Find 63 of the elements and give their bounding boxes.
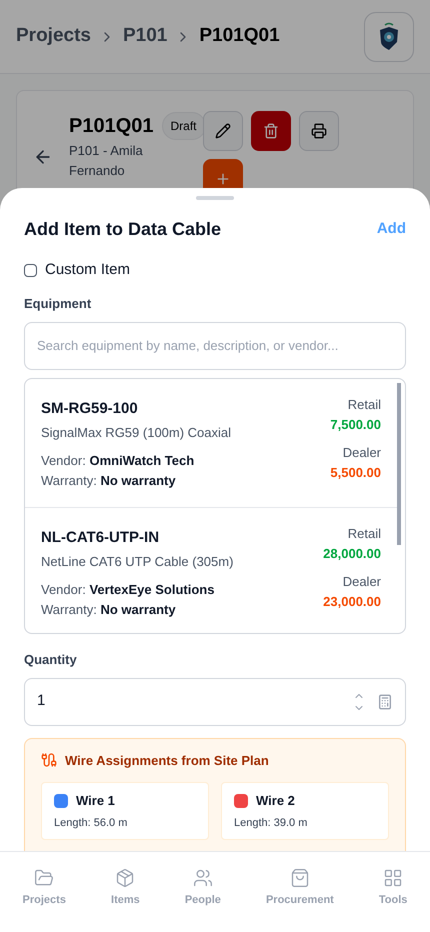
breadcrumb-link[interactable]: Projects: [16, 22, 91, 51]
drag-handle[interactable]: [196, 196, 234, 200]
wire-card[interactable]: Wire 2 Length: 39.0 m: [221, 782, 389, 840]
trash-icon: [263, 123, 279, 139]
wire-length: Length: 56.0 m: [54, 816, 128, 830]
people-icon: [192, 868, 213, 888]
retail-price: 28,000.00: [323, 544, 381, 562]
equipment-row[interactable]: NL-CAT6-UTP-IN NetLine CAT6 UTP Cable (305m) Vendor: VertexEye Solutions Warranty: No warranty Retail 28,000.00 Dealer 23,000.00: [25, 506, 397, 632]
checkbox-label: Custom Item: [45, 260, 130, 280]
bag-icon: [290, 868, 310, 888]
equipment-description: NetLine CAT6 UTP Cable (305m): [41, 552, 234, 571]
folder-icon: [34, 868, 54, 888]
breadcrumb-link[interactable]: P101Q01: [199, 22, 280, 51]
wire-name: Wire 2: [256, 792, 295, 810]
grid-icon: [383, 868, 404, 888]
equipment-code: NL-CAT6-UTP-IN: [41, 528, 160, 548]
warranty-text: Warranty: No warranty: [41, 472, 177, 490]
equipment-row[interactable]: SM-RG59-100 SignalMax RG59 (100m) Coaxial Vendor: OmniWatch Tech Warranty: No warranty Retail 7,500.00 Dealer 5,500.00: [25, 378, 397, 506]
breadcrumb-link[interactable]: P101: [122, 22, 168, 51]
nav-tab[interactable]: Tools: [378, 868, 408, 908]
calculator-icon[interactable]: [377, 694, 393, 710]
panel-title: Wire Assignments from Site Plan: [65, 752, 269, 770]
quantity-value: 1: [37, 691, 46, 712]
wire-card[interactable]: Wire 1 Length: 56.0 m: [41, 782, 209, 840]
scrollbar[interactable]: [397, 382, 401, 544]
shield-logo-icon: [377, 22, 401, 52]
wire-name: Wire 1: [76, 792, 115, 810]
field-label: Equipment: [24, 294, 92, 313]
nav-tab[interactable]: Procurement: [266, 868, 334, 908]
dealer-price: 23,000.00: [323, 592, 381, 610]
price-label: Dealer: [342, 444, 381, 462]
nav-tab[interactable]: People: [184, 868, 221, 908]
retail-price: 7,500.00: [330, 416, 381, 434]
field-label: Quantity: [24, 650, 78, 669]
pencil-icon: [215, 123, 231, 139]
edit-button[interactable]: [203, 111, 243, 151]
quote-title: P101Q01: [69, 114, 154, 139]
equipment-description: SignalMax RG59 (100m) Coaxial: [41, 424, 232, 442]
quantity-field[interactable]: 1: [24, 678, 406, 726]
printer-icon: [311, 123, 327, 139]
logo-button[interactable]: [364, 12, 414, 62]
dealer-price: 5,500.00: [330, 464, 381, 482]
price-label: Retail: [348, 396, 381, 414]
client-name: P101 - Amila Fernando: [69, 142, 144, 180]
sheet-title: Add Item to Data Cable: [24, 218, 222, 241]
warranty-text: Warranty: No warranty: [41, 600, 177, 619]
price-label: Dealer: [342, 572, 381, 590]
vendor-text: Vendor: VertexEye Solutions: [41, 580, 216, 599]
add-link[interactable]: Add: [376, 218, 406, 241]
delete-button[interactable]: [251, 111, 291, 151]
equipment-code: SM-RG59-100: [41, 398, 139, 418]
cable-icon: [41, 752, 57, 768]
nav-tab[interactable]: Items: [111, 868, 140, 908]
nav-tab[interactable]: Projects: [22, 868, 66, 908]
print-button[interactable]: [299, 111, 339, 151]
price-label: Retail: [348, 524, 381, 542]
box-icon: [115, 868, 136, 888]
status-badge: Draft: [162, 112, 206, 140]
plus-icon: [215, 171, 231, 187]
vendor-text: Vendor: OmniWatch Tech: [41, 452, 196, 470]
wire-length: Length: 39.0 m: [234, 816, 308, 830]
checkbox[interactable]: [24, 264, 37, 277]
search-field[interactable]: Search equipment by name, description, or vendor...: [24, 322, 406, 370]
